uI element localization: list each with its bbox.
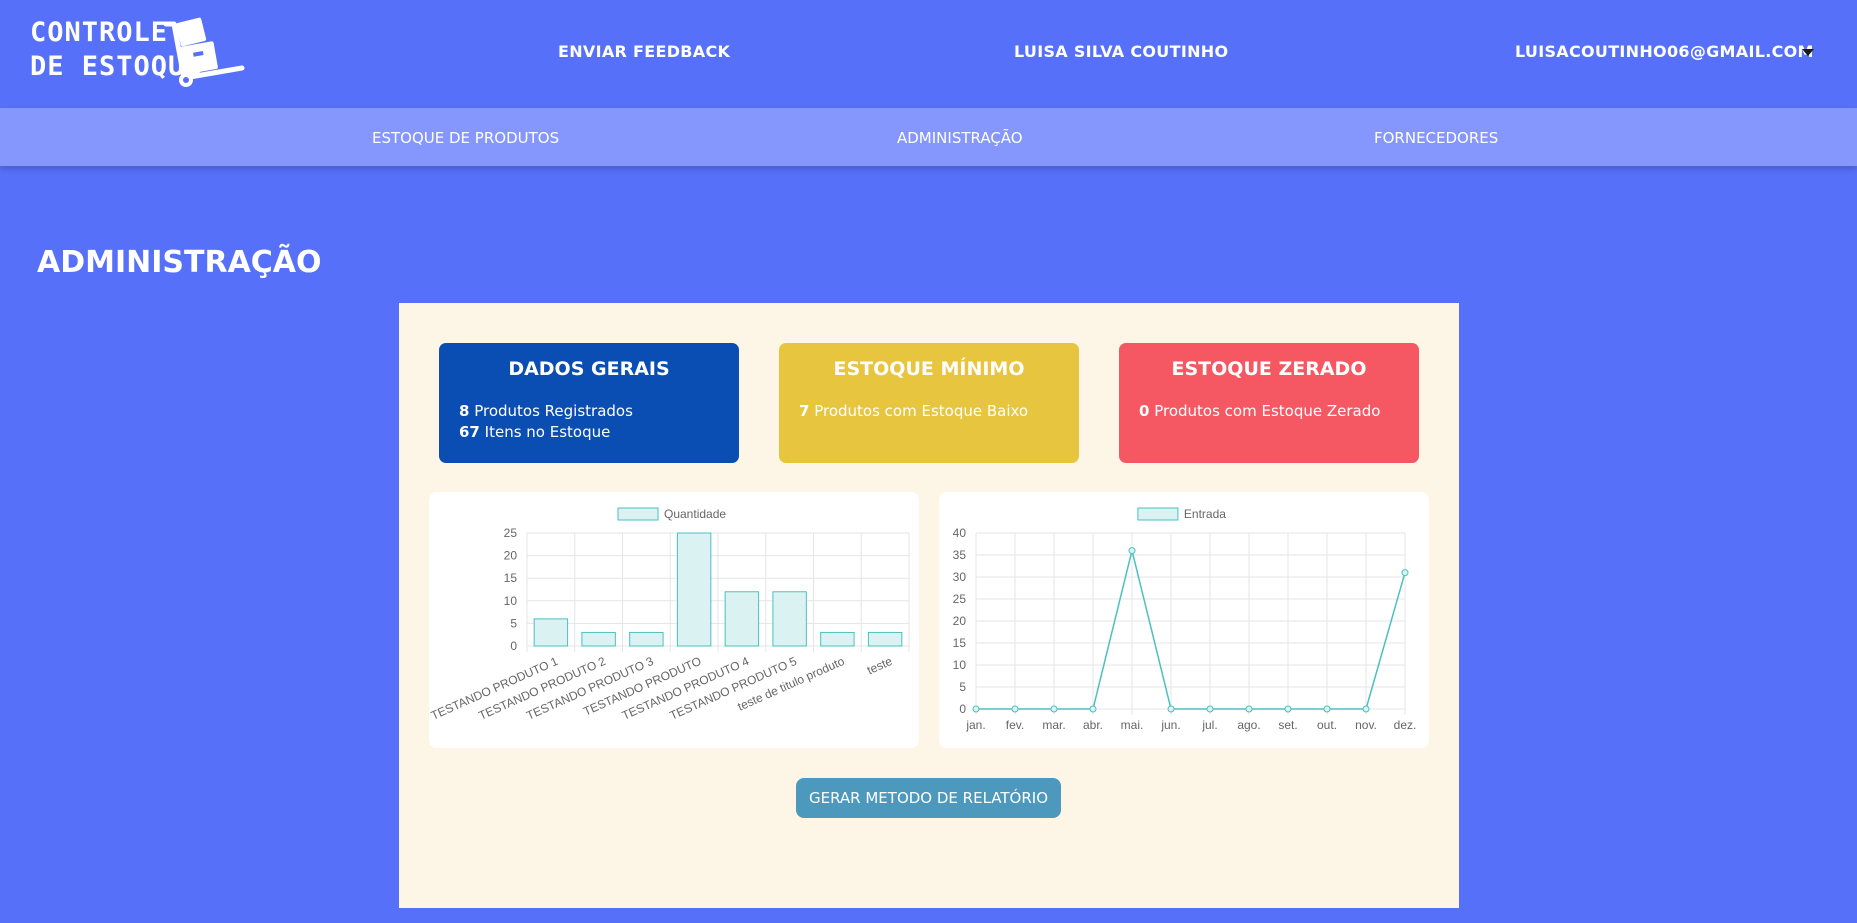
stat-value: 8 <box>459 402 470 420</box>
y-tick-label: 0 <box>510 639 517 653</box>
y-tick-label: 10 <box>953 658 967 672</box>
x-tick-label: teste <box>865 654 895 678</box>
bar <box>724 591 760 647</box>
card-title: DADOS GERAIS <box>508 358 670 380</box>
line-chart-svg: Entrada 0 5 10 15 20 25 30 35 40 jan. fev. mar. abr. m… <box>953 507 1417 732</box>
y-tick-label: 0 <box>959 702 966 716</box>
y-tick-label: 35 <box>953 548 967 562</box>
app-logo[interactable]: CONTROLE DE ESTOQUE <box>30 16 246 90</box>
bar <box>533 618 569 647</box>
data-point <box>1401 569 1409 577</box>
data-point <box>1050 705 1058 713</box>
y-tick-label: 30 <box>953 570 967 584</box>
legend-swatch <box>617 507 659 521</box>
top-header: CONTROLE DE ESTOQUE ENVIAR FEEDBACK LUIS… <box>0 0 1857 108</box>
stat-value: 7 <box>799 402 810 420</box>
data-point <box>1089 705 1097 713</box>
y-tick-label: 5 <box>959 680 966 694</box>
x-tick-label: set. <box>1278 718 1297 732</box>
card-title: ESTOQUE ZERADO <box>1171 358 1367 380</box>
hand-truck-icon <box>164 17 245 87</box>
card-stat-line: 0 Produtos com Estoque Zerado <box>1139 402 1380 420</box>
nav-item-fornecedores[interactable]: FORNECEDORES <box>1374 129 1498 147</box>
x-tick-label: dez. <box>1394 718 1417 732</box>
x-tick-label: mai. <box>1121 718 1144 732</box>
bar-chart-svg: Quantidade0510152025TESTANDO PRODUTO 1TE… <box>429 507 910 723</box>
stat-label: Produtos com Estoque Baixo <box>814 402 1029 420</box>
card-stat-line: 8 Produtos Registrados <box>459 402 633 420</box>
data-point <box>1011 705 1019 713</box>
card-estoque-zerado: ESTOQUE ZERADO 0 Produtos com Estoque Ze… <box>1119 343 1419 463</box>
y-tick-label: 40 <box>953 526 967 540</box>
x-tick-label: nov. <box>1355 718 1377 732</box>
nav-item-estoque[interactable]: ESTOQUE DE PRODUTOS <box>372 129 559 147</box>
data-point <box>1284 705 1292 713</box>
y-tick-label: 25 <box>504 526 518 540</box>
bar <box>772 591 807 647</box>
y-tick-label: 10 <box>504 594 518 608</box>
admin-panel: DADOS GERAIS 8 Produtos Registrados 67 I… <box>399 303 1459 908</box>
y-tick-label: 20 <box>504 549 518 563</box>
sub-navigation: ESTOQUE DE PRODUTOS ADMINISTRAÇÃO FORNEC… <box>0 108 1857 166</box>
data-point <box>1128 547 1136 555</box>
card-title: ESTOQUE MÍNIMO <box>833 358 1025 380</box>
stat-label: Itens no Estoque <box>484 423 611 441</box>
card-stat-line: 67 Itens no Estoque <box>459 423 610 441</box>
x-tick-label: ago. <box>1237 718 1260 732</box>
x-tick-label: jun. <box>1160 718 1180 732</box>
page-title: ADMINISTRAÇÃO <box>37 245 322 280</box>
y-tick-label: 15 <box>953 636 967 650</box>
data-point <box>1206 705 1214 713</box>
user-email-dropdown[interactable]: LUISACOUTINHO06@GMAIL.COM <box>1515 42 1814 61</box>
y-tick-label: 15 <box>504 571 518 585</box>
bar <box>867 631 903 647</box>
stat-label: Produtos Registrados <box>474 402 633 420</box>
x-tick-label: out. <box>1317 718 1337 732</box>
legend-swatch <box>1137 507 1179 521</box>
data-point <box>972 705 980 713</box>
nav-item-administracao[interactable]: ADMINISTRAÇÃO <box>897 129 1023 147</box>
data-point <box>1323 705 1331 713</box>
stat-label: Produtos com Estoque Zerado <box>1154 402 1381 420</box>
bar <box>629 631 664 647</box>
card-estoque-minimo: ESTOQUE MÍNIMO 7 Produtos com Estoque Ba… <box>779 343 1079 463</box>
x-tick-label: fev. <box>1006 718 1024 732</box>
legend-label: Quantidade <box>664 507 726 521</box>
bar <box>581 631 616 647</box>
stat-value: 67 <box>459 423 480 441</box>
send-feedback-link[interactable]: ENVIAR FEEDBACK <box>558 42 730 61</box>
x-tick-label: jan. <box>965 718 985 732</box>
bar <box>820 631 855 647</box>
x-tick-label: abr. <box>1083 718 1103 732</box>
bar <box>676 532 712 647</box>
card-dados-gerais: DADOS GERAIS 8 Produtos Registrados 67 I… <box>439 343 739 463</box>
data-point <box>1362 705 1370 713</box>
y-tick-label: 20 <box>953 614 967 628</box>
generate-report-button[interactable]: GERAR METODO DE RELATÓRIO <box>796 778 1061 818</box>
bar-chart-quantidade: Quantidade 0 5 10 15 20 25 TESTANDO PRODUTO 1 TE… <box>429 492 919 748</box>
user-name-link[interactable]: LUISA SILVA COUTINHO <box>1014 42 1228 61</box>
x-tick-label: jul. <box>1201 718 1217 732</box>
chevron-down-icon[interactable] <box>1802 49 1814 56</box>
stat-value: 0 <box>1139 402 1150 420</box>
data-point <box>1245 705 1253 713</box>
series-line <box>976 550 1406 710</box>
line-chart-entrada: Entrada 0 5 10 15 20 25 30 35 40 jan. fev. mar. abr. m… <box>939 492 1429 748</box>
x-tick-label: mar. <box>1042 718 1065 732</box>
legend-label: Entrada <box>1184 507 1226 521</box>
data-point <box>1167 705 1175 713</box>
y-tick-label: 25 <box>953 592 967 606</box>
y-tick-label: 5 <box>510 616 517 630</box>
card-stat-line: 7 Produtos com Estoque Baixo <box>799 402 1028 420</box>
